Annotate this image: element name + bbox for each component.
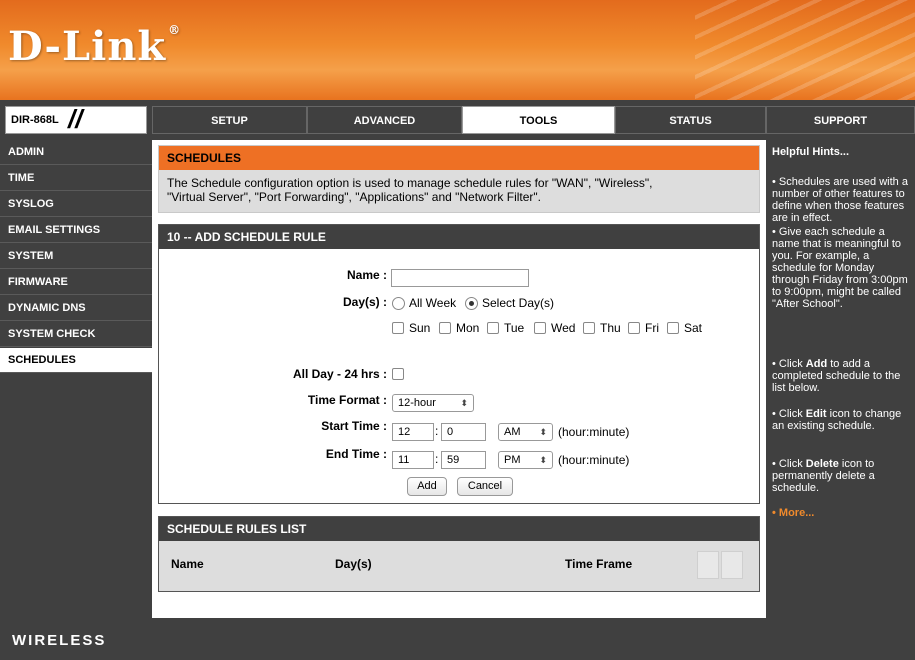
wireless-label: WIRELESS: [12, 632, 107, 649]
add-button[interactable]: Add: [407, 477, 447, 496]
day-fri-checkbox[interactable]: [628, 322, 640, 334]
end-ampm-select[interactable]: PM ⬍: [498, 451, 553, 469]
main-content: SCHEDULES The Schedule configuration opt…: [152, 140, 766, 618]
col-time-frame-header: Time Frame: [565, 557, 633, 571]
hint-give-name: • Give each schedule a name that is mean…: [772, 226, 908, 310]
day-wed-checkbox[interactable]: [534, 322, 546, 334]
select-arrows-icon: ⬍: [539, 455, 547, 465]
sidebar-item-admin[interactable]: ADMIN: [0, 140, 152, 165]
day-tue-label: Tue: [504, 321, 525, 335]
day-tue-checkbox[interactable]: [487, 322, 499, 334]
start-time-label: Start Time :: [321, 419, 387, 433]
day-thu-label: Thu: [600, 321, 621, 335]
time-format-select[interactable]: 12-hour ⬍: [392, 394, 474, 412]
end-time-label: End Time :: [325, 447, 387, 461]
model-name: DIR-868L: [11, 114, 59, 126]
dlink-logo: D-Link ®: [8, 23, 182, 70]
sidebar-item-dynamic-dns[interactable]: DYNAMIC DNS: [0, 296, 152, 321]
day-sat-checkbox[interactable]: [667, 322, 679, 334]
start-colon: :: [435, 424, 439, 438]
select-days-label: Select Day(s): [482, 296, 555, 310]
start-hour-minute-hint: (hour:minute): [558, 425, 630, 439]
sidebar-item-system-check[interactable]: SYSTEM CHECK: [0, 322, 152, 347]
left-sidebar: ADMIN TIME SYSLOG EMAIL SETTINGS SYSTEM …: [0, 140, 152, 618]
tab-setup[interactable]: SETUP: [152, 106, 307, 134]
tab-status[interactable]: STATUS: [615, 106, 766, 134]
end-colon: :: [435, 452, 439, 466]
slashes-decoration: //: [68, 104, 83, 134]
hint-click-edit: • Click Edit icon to change an existing …: [772, 408, 902, 432]
tab-support[interactable]: SUPPORT: [766, 106, 915, 134]
name-label: Name :: [346, 268, 387, 282]
name-input[interactable]: [391, 269, 529, 287]
day-thu-checkbox[interactable]: [583, 322, 595, 334]
col-days-header: Day(s): [335, 557, 372, 571]
schedules-title: SCHEDULES: [159, 146, 759, 170]
day-sun-label: Sun: [409, 321, 431, 335]
day-mon-checkbox[interactable]: [439, 322, 451, 334]
day-wed-label: Wed: [551, 321, 576, 335]
day-mon-label: Mon: [456, 321, 480, 335]
cancel-button[interactable]: Cancel: [457, 477, 513, 496]
sidebar-item-email-settings[interactable]: EMAIL SETTINGS: [0, 218, 152, 243]
day-sun-checkbox[interactable]: [392, 322, 404, 334]
day-sat-label: Sat: [684, 321, 703, 335]
end-minute-input[interactable]: 59: [441, 451, 486, 469]
add-rule-title: 10 -- ADD SCHEDULE RULE: [159, 225, 759, 249]
tab-tools[interactable]: TOOLS: [462, 106, 615, 134]
start-minute-input[interactable]: 0: [441, 423, 486, 441]
hint-schedules-used: • Schedules are used with a number of ot…: [772, 176, 908, 224]
more-link[interactable]: • More...: [772, 507, 910, 519]
start-hour-input[interactable]: 12: [392, 423, 434, 441]
hint-click-delete: • Click Delete icon to permanently delet…: [772, 458, 875, 494]
all-week-label: All Week: [409, 296, 457, 310]
tab-advanced[interactable]: ADVANCED: [307, 106, 462, 134]
days-label: Day(s) :: [342, 295, 387, 309]
hints-title: Helpful Hints...: [772, 146, 849, 158]
list-delete-cell: [721, 551, 743, 579]
sidebar-item-firmware[interactable]: FIRMWARE: [0, 270, 152, 295]
sidebar-item-time[interactable]: TIME: [0, 166, 152, 191]
sidebar-item-system[interactable]: SYSTEM: [0, 244, 152, 269]
rules-list-title: SCHEDULE RULES LIST: [159, 517, 759, 541]
time-format-label: Time Format :: [307, 393, 387, 407]
schedules-panel: SCHEDULES The Schedule configuration opt…: [158, 145, 760, 213]
schedule-rules-list-panel: SCHEDULE RULES LIST Name Day(s) Time Fra…: [158, 516, 760, 592]
schedules-description: The Schedule configuration option is use…: [167, 176, 653, 204]
start-ampm-select[interactable]: AM ⬍: [498, 423, 553, 441]
select-days-radio[interactable]: [465, 297, 478, 310]
sidebar-item-schedules[interactable]: SCHEDULES: [0, 348, 152, 373]
select-arrows-icon: ⬍: [539, 427, 547, 437]
list-edit-cell: [697, 551, 719, 579]
header-banner: D-Link ®: [0, 0, 915, 100]
end-hour-minute-hint: (hour:minute): [558, 453, 630, 467]
header-decoration: [695, 0, 915, 100]
all-day-label: All Day - 24 hrs :: [292, 367, 387, 381]
select-arrows-icon: ⬍: [460, 398, 468, 408]
sidebar-item-syslog[interactable]: SYSLOG: [0, 192, 152, 217]
all-week-radio[interactable]: [392, 297, 405, 310]
day-fri-label: Fri: [645, 321, 659, 335]
model-badge: DIR-868L //: [5, 104, 147, 134]
rules-list-header: Name Day(s) Time Frame: [165, 553, 753, 577]
end-hour-input[interactable]: 11: [392, 451, 434, 469]
footer-bar: WIRELESS: [0, 618, 915, 660]
hint-click-add: • Click Add to add a completed schedule …: [772, 358, 901, 394]
add-schedule-rule-panel: 10 -- ADD SCHEDULE RULE Name : Day(s) : …: [158, 224, 760, 504]
helpful-hints-panel: Helpful Hints... • Schedules are used wi…: [766, 140, 915, 618]
all-day-checkbox[interactable]: [392, 368, 404, 380]
col-name-header: Name: [171, 557, 204, 571]
